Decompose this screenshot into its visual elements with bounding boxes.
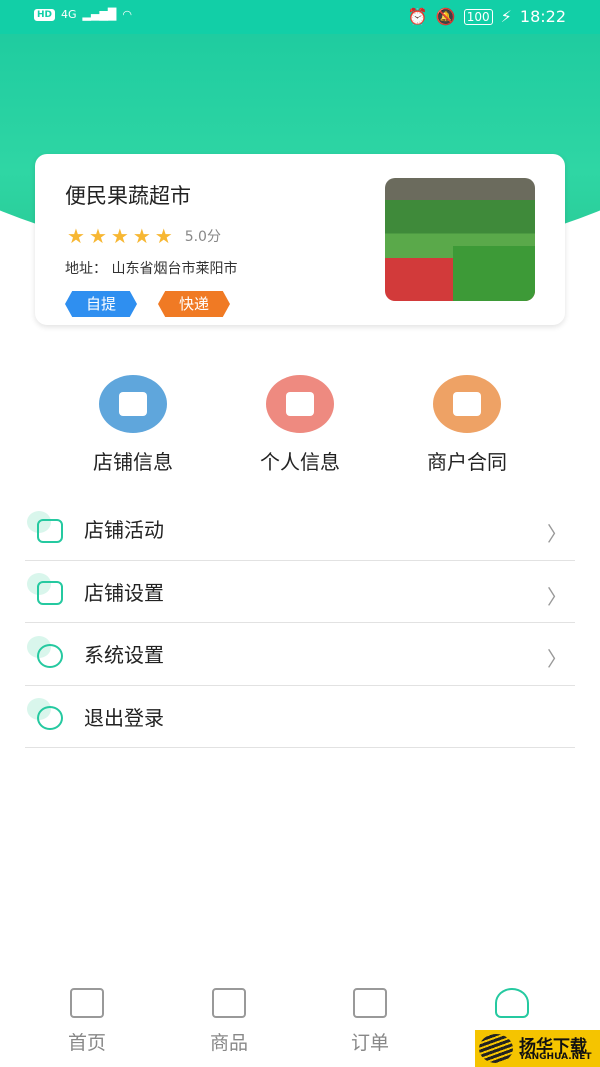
wifi-icon: ◠ [122, 8, 132, 21]
watermark-url: YANGHUA.NET [519, 1052, 592, 1062]
battery-icon: 100 [463, 8, 493, 25]
star-icon: ★ [110, 224, 129, 248]
mute-icon: 🔕 [435, 7, 456, 26]
menu-system-settings[interactable]: 系统设置 〉 [25, 623, 575, 686]
tab-home[interactable]: 首页 [17, 980, 157, 1055]
chevron-right-icon: 〉 [547, 647, 567, 671]
box-icon [212, 988, 246, 1018]
store-address: 地址： 山东省烟台市莱阳市 [65, 261, 238, 277]
status-bar: HD 4G ▂▄▆█ ◠ ⏰ 🔕 100 ⚡ 18:22 [0, 0, 600, 34]
gift-icon [27, 509, 67, 549]
quick-merchant-contract[interactable]: 商户合同 [367, 375, 567, 475]
watermark-icon [479, 1034, 513, 1063]
tab-label: 订单 [350, 1032, 389, 1054]
alarm-icon: ⏰ [407, 7, 428, 26]
store-card[interactable]: 便民果蔬超市 ★ ★ ★ ★ ★ 5.0分 地址： 山东省烟台市莱阳市 自提 快递 [35, 154, 565, 325]
home-icon [70, 988, 104, 1018]
store-photo [385, 178, 535, 301]
store-settings-icon [27, 571, 67, 611]
menu-store-settings[interactable]: 店铺设置 〉 [25, 561, 575, 623]
rating-score: 5.0分 [184, 229, 221, 245]
tab-label: 商品 [209, 1032, 248, 1054]
menu-label: 系统设置 [84, 643, 164, 668]
menu-label: 店铺活动 [84, 518, 164, 543]
power-icon [27, 696, 67, 736]
menu-logout[interactable]: 退出登录 [25, 686, 575, 748]
clock: 18:22 [519, 7, 566, 26]
hd-icon: HD [34, 8, 56, 21]
signal-icon: ▂▄▆█ [82, 8, 117, 21]
quick-label: 商户合同 [427, 450, 507, 474]
tab-label: 首页 [67, 1032, 106, 1054]
clipboard-check-icon [353, 988, 387, 1018]
tab-products[interactable]: 商品 [159, 980, 299, 1055]
tag-delivery: 快递 [158, 291, 230, 317]
tag-pickup: 自提 [65, 291, 137, 317]
personal-info-icon [266, 375, 334, 433]
charging-icon: ⚡ [500, 7, 512, 26]
network-label: 4G [61, 8, 77, 21]
contract-icon [433, 375, 501, 433]
menu-store-activity[interactable]: 店铺活动 〉 [25, 498, 575, 561]
store-name: 便民果蔬超市 [65, 184, 191, 208]
store-icon [99, 375, 167, 433]
star-icon: ★ [88, 224, 107, 248]
settings-menu: 店铺活动〉 店铺设置〉 系统设置〉 退出登录 [25, 498, 575, 748]
tab-orders[interactable]: 订单 [300, 980, 440, 1055]
tab-profile[interactable] [442, 980, 582, 1018]
user-icon [495, 988, 529, 1018]
star-icon: ★ [132, 224, 151, 248]
chevron-right-icon: 〉 [547, 584, 567, 609]
star-icon: ★ [154, 224, 173, 248]
watermark-logo: 扬华下载 YANGHUA.NET [475, 1030, 600, 1067]
star-icon: ★ [67, 224, 85, 248]
menu-label: 店铺设置 [84, 580, 164, 605]
menu-label: 退出登录 [84, 705, 164, 730]
rating: ★ ★ ★ ★ ★ 5.0分 [67, 226, 221, 246]
gear-icon [27, 634, 67, 674]
chevron-right-icon: 〉 [547, 522, 567, 546]
